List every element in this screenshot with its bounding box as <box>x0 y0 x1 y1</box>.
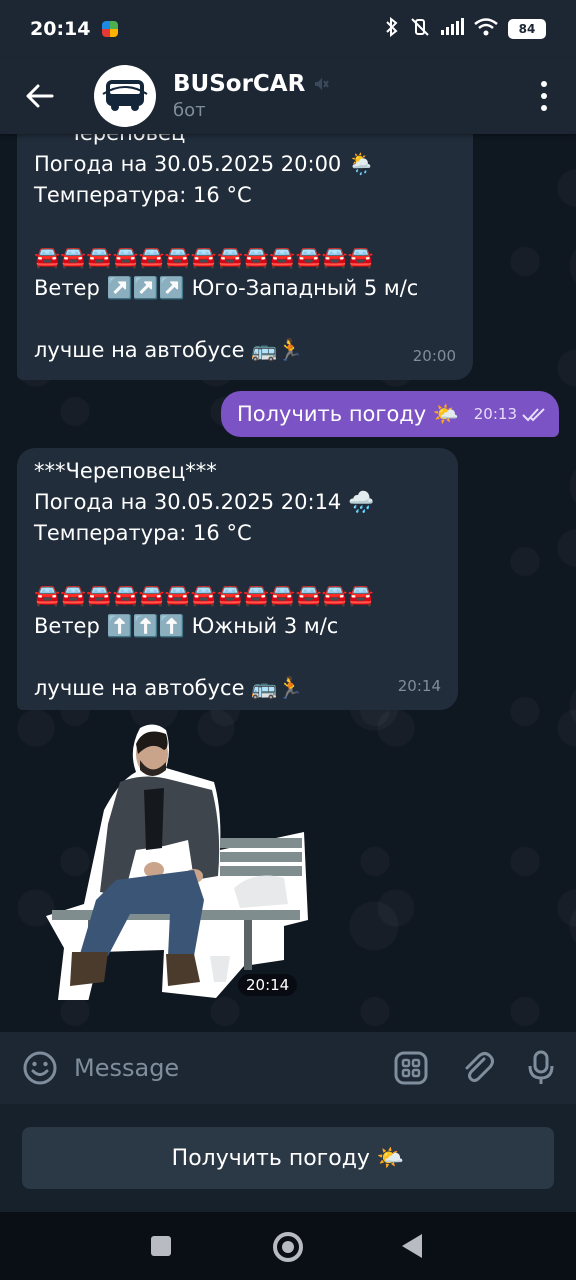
message-line: Ветер ↗️↗️↗️ Юго-Западный 5 м/с <box>34 276 419 300</box>
message-line <box>34 304 456 335</box>
emoji-icon[interactable] <box>22 1050 58 1086</box>
message-line <box>34 642 441 673</box>
muted-icon <box>315 78 330 90</box>
sticker-image[interactable] <box>44 720 314 1000</box>
signal-icon <box>440 17 464 41</box>
incoming-message[interactable]: ***Череповец*** Погода на 30.05.2025 20:… <box>17 134 473 380</box>
message-line: Погода на 30.05.2025 20:14 🌧️ <box>34 490 375 514</box>
back-nav-button[interactable] <box>402 1234 422 1258</box>
app-notification-icon <box>102 21 119 37</box>
bus-logo-icon <box>102 80 148 111</box>
recents-button[interactable] <box>151 1236 171 1256</box>
double-check-icon <box>522 408 545 422</box>
message-line <box>34 211 456 242</box>
status-icons: 84 <box>384 16 546 42</box>
message-line: Температура: 16 °C <box>34 183 252 207</box>
message-time: 20:00 <box>412 347 456 365</box>
dot-icon <box>541 105 547 111</box>
outgoing-message[interactable]: Получить погоду 🌤️ 20:13 <box>221 391 559 437</box>
message-input[interactable]: Message <box>74 1054 179 1082</box>
chat-title-block[interactable]: BUSorCAR бот <box>173 71 330 121</box>
wifi-icon <box>474 17 498 41</box>
bot-avatar[interactable] <box>94 65 156 127</box>
dot-icon <box>541 93 547 99</box>
message-line: Температура: 16 °C <box>34 521 252 545</box>
system-nav-bar <box>0 1212 576 1280</box>
chat-area[interactable]: ***Череповец*** Погода на 30.05.2025 20:… <box>0 134 576 1032</box>
attach-icon[interactable] <box>462 1051 494 1085</box>
status-bar: 20:14 84 <box>0 0 576 58</box>
chat-header: BUSorCAR бот <box>0 58 576 134</box>
more-menu-button[interactable] <box>538 81 550 111</box>
chat-name-text: BUSorCAR <box>173 71 306 97</box>
message-composer: Message <box>0 1032 576 1104</box>
message-line: 🚘🚘🚘🚘🚘🚘🚘🚘🚘🚘🚘🚘🚘 <box>34 245 374 269</box>
status-time: 20:14 <box>30 18 91 40</box>
battery-indicator: 84 <box>508 19 546 39</box>
bot-keyboard-icon[interactable] <box>394 1051 428 1085</box>
bot-reply-keyboard: Получить погоду 🌤️ <box>0 1104 576 1212</box>
get-weather-button[interactable]: Получить погоду 🌤️ <box>22 1127 554 1189</box>
sticker-time: 20:14 <box>238 974 298 996</box>
back-button[interactable] <box>20 76 60 116</box>
message-time: 20:13 <box>473 405 517 423</box>
message-line: лучше на автобусе 🚌🏃 <box>34 338 304 362</box>
chat-name: BUSorCAR <box>173 71 330 97</box>
message-time: 20:14 <box>397 677 441 695</box>
vibrate-off-icon <box>410 17 430 42</box>
message-line: Погода на 30.05.2025 20:00 🌦️ <box>34 152 375 176</box>
incoming-message[interactable]: ***Череповец*** Погода на 30.05.2025 20:… <box>17 448 458 710</box>
message-line: Ветер ⬆️⬆️⬆️ Южный 3 м/с <box>34 614 339 638</box>
bluetooth-icon <box>384 16 400 42</box>
arrow-left-icon <box>26 84 54 108</box>
chat-subtitle: бот <box>173 100 206 121</box>
message-line: ***Череповец*** <box>34 134 456 149</box>
message-line: 🚘🚘🚘🚘🚘🚘🚘🚘🚘🚘🚘🚘🚘 <box>34 583 374 607</box>
outgoing-text: Получить погоду 🌤️ <box>237 402 460 426</box>
microphone-icon[interactable] <box>528 1050 554 1086</box>
message-line: лучше на автобусе 🚌🏃 <box>34 676 304 700</box>
dot-icon <box>541 81 547 87</box>
message-line: ***Череповец*** <box>34 459 217 483</box>
message-line <box>34 549 441 580</box>
home-button[interactable] <box>273 1232 303 1262</box>
composer-actions <box>394 1050 554 1086</box>
